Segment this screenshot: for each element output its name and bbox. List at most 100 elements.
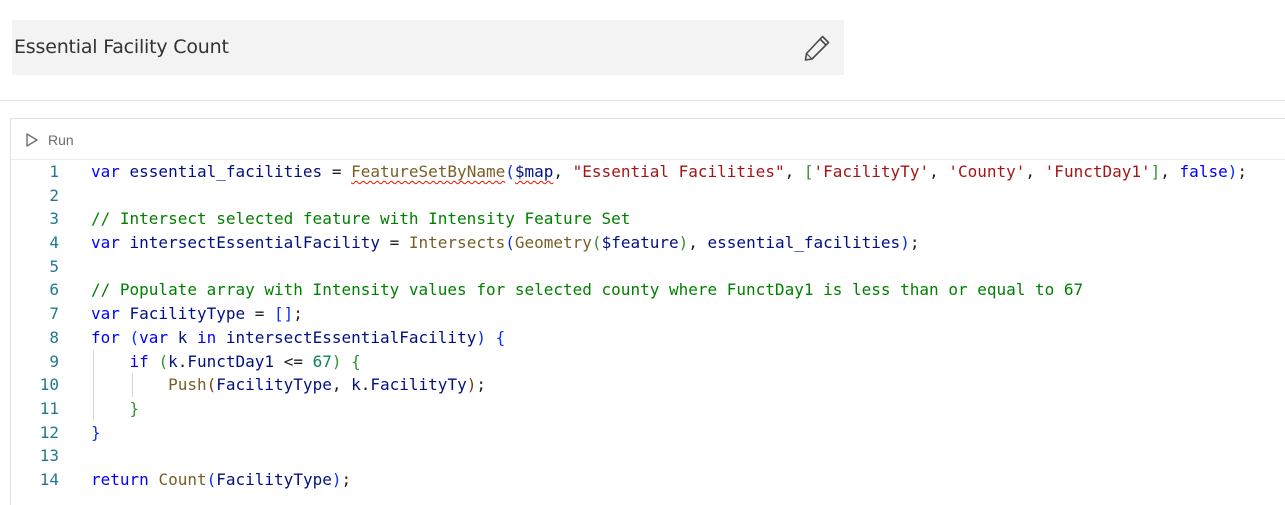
pencil-edit-icon[interactable]	[802, 33, 832, 63]
code-token: essential_facilities	[129, 162, 323, 181]
code-line[interactable]: 6 // Populate array with Intensity values…	[11, 278, 1285, 302]
code-line[interactable]: 13	[11, 444, 1285, 468]
code-token: return	[91, 469, 159, 489]
code-token: ;	[293, 304, 303, 324]
code-token: ,	[331, 375, 352, 395]
code-token: ,	[1160, 162, 1180, 181]
code-token: (	[206, 469, 217, 489]
code-token: Push	[168, 375, 207, 395]
code-token: }	[91, 422, 101, 442]
code-token: ,	[929, 162, 949, 181]
code-line[interactable]: 2	[11, 184, 1285, 208]
expression-title: Essential Facility Count	[14, 36, 229, 58]
code-token: ;	[476, 375, 486, 395]
code-token: intersectEssentialFacility	[129, 233, 380, 253]
code-line[interactable]: 12}	[11, 421, 1285, 445]
indent-guide	[93, 373, 94, 397]
line-number: 13	[39, 446, 59, 466]
code-token: false	[1179, 162, 1228, 181]
line-number: 12	[39, 422, 59, 442]
code-token: (	[591, 233, 602, 253]
code-token: k	[177, 327, 188, 347]
run-label: Run	[48, 132, 74, 148]
code-token: Count	[158, 469, 207, 489]
code-line[interactable]: 5	[11, 255, 1285, 279]
code-token: )	[678, 233, 689, 253]
indent-guide	[131, 373, 133, 397]
code-token: // Populate array with Intensity values …	[91, 280, 1084, 300]
code-token: (	[206, 375, 217, 395]
code-line[interactable]: 9 if (k.FunctDay1 <= 67) {	[11, 349, 1285, 374]
code-token: []	[274, 304, 294, 324]
code-line[interactable]: 1 var essential_facilities = FeatureSetBy…	[11, 160, 1285, 184]
line-number: 2	[49, 185, 59, 205]
code-token: var	[91, 162, 130, 181]
code-token: ;	[1237, 162, 1247, 181]
code-token: 'FunctDay1'	[1044, 162, 1151, 181]
code-line[interactable]: 7 var FacilityType = [];	[11, 302, 1285, 326]
code-token: ,	[1025, 162, 1045, 181]
code-line[interactable]: 10 Push(FacilityType, k.FacilityTy);	[11, 373, 1285, 397]
code-token: FunctDay1	[187, 351, 275, 371]
code-token: .	[360, 375, 371, 395]
code-editor[interactable]: 1 var essential_facilities = FeatureSetBy…	[11, 160, 1285, 492]
code-token: =	[245, 304, 275, 324]
line-number: 1	[49, 162, 59, 181]
code-token: ]	[1150, 162, 1161, 181]
code-token: =	[379, 233, 409, 253]
code-token: {	[351, 351, 361, 371]
code-token: FeatureSetByName	[351, 162, 506, 181]
code-token: FacilityTy	[370, 375, 467, 395]
code-token: "Essential Facilities"	[572, 162, 785, 181]
code-token: )	[331, 351, 352, 371]
line-number: 5	[49, 256, 59, 276]
code-token: for	[91, 327, 130, 347]
code-line[interactable]: 4 var intersectEssentialFacility = Inters…	[11, 231, 1285, 255]
code-token: var	[139, 327, 178, 347]
line-code: }	[91, 397, 140, 421]
line-code: var intersectEssentialFacility = Interse…	[91, 231, 919, 255]
code-line[interactable]: 3 // Intersect selected feature with Inte…	[11, 207, 1285, 231]
code-line[interactable]: 14 return Count(FacilityType);	[11, 468, 1285, 492]
code-token: k	[168, 351, 178, 371]
indent-guide	[93, 396, 94, 421]
line-number: 9	[49, 351, 59, 371]
code-token: )	[466, 375, 477, 395]
code-token: ;	[341, 469, 352, 489]
line-code: var FacilityType = [];	[91, 302, 303, 326]
code-token: ,	[688, 233, 708, 253]
code-token: )	[476, 327, 496, 347]
line-code: Push(FacilityType, k.FacilityTy);	[91, 373, 486, 397]
line-code: }	[91, 421, 101, 445]
code-token: ,	[784, 162, 804, 181]
line-number: 7	[49, 304, 59, 324]
code-token: <=	[274, 351, 313, 371]
line-code: // Populate array with Intensity values …	[91, 278, 1083, 302]
run-button[interactable]: Run	[25, 130, 74, 150]
code-line[interactable]: 8 for (var k in intersectEssentialFacilit…	[11, 326, 1285, 350]
code-token: in	[187, 327, 226, 347]
code-token: var	[91, 304, 130, 324]
line-code: var essential_facilities = FeatureSetByN…	[91, 160, 1247, 184]
code-token: ;	[909, 233, 920, 253]
line-number: 14	[39, 469, 59, 489]
code-token: }	[129, 398, 140, 418]
expression-title-bar: Essential Facility Count	[12, 20, 844, 75]
code-token: Intersects	[408, 233, 506, 253]
code-token: 67	[312, 351, 332, 371]
code-token: {	[495, 327, 506, 347]
code-line[interactable]: 11 }	[11, 396, 1285, 421]
code-token: Geometry	[514, 233, 592, 253]
line-number: 10	[39, 375, 59, 395]
code-token: if	[129, 351, 159, 371]
code-token: .	[177, 351, 188, 371]
code-token: 'County'	[948, 162, 1026, 181]
line-number: 4	[49, 233, 59, 253]
code-token: (	[505, 162, 515, 181]
code-token: (	[505, 233, 515, 253]
code-token: FacilityType	[129, 304, 246, 324]
code-token: (	[129, 327, 140, 347]
line-code: for (var k in intersectEssentialFacility…	[91, 326, 505, 350]
code-token: essential_facilities	[707, 233, 901, 253]
